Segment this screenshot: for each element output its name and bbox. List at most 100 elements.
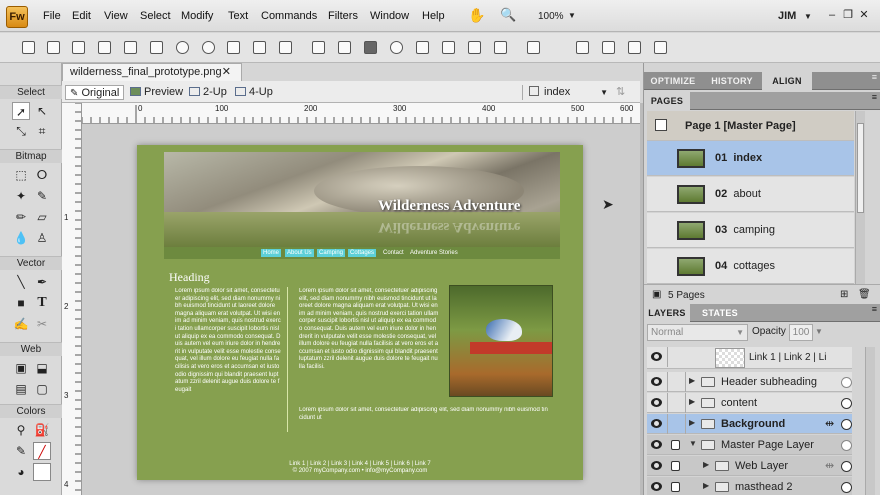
brush-tool-icon[interactable]: ✎ <box>33 187 51 205</box>
eye-icon[interactable] <box>651 398 662 407</box>
menu-window[interactable]: Window <box>370 10 409 22</box>
hand-icon[interactable]: ✋ <box>468 7 485 24</box>
send-back-icon[interactable] <box>494 41 507 54</box>
view-4up-button[interactable]: 4-Up <box>235 85 273 100</box>
rectangle-tool-icon[interactable]: ■ <box>12 294 30 312</box>
copy-icon[interactable] <box>253 41 266 54</box>
pages-scrollbar[interactable] <box>855 111 865 284</box>
menu-edit[interactable]: Edit <box>72 10 91 22</box>
flip-horizontal-icon[interactable] <box>628 41 641 54</box>
nav-camping[interactable]: Camping <box>317 249 346 257</box>
layer-row-background[interactable]: ▶ Background ⇹ <box>647 414 852 434</box>
expand-arrow-icon[interactable]: ▶ <box>703 460 709 469</box>
nav-contact[interactable]: Contact <box>381 249 406 257</box>
scale-tool-icon[interactable]: ⤡ <box>12 122 30 140</box>
hide-slices-icon[interactable]: ▤ <box>12 380 30 398</box>
rotate-right-icon[interactable] <box>602 41 615 54</box>
menu-file[interactable]: File <box>43 10 61 22</box>
lock-icon[interactable] <box>671 482 680 492</box>
tab-pages[interactable]: PAGES <box>644 92 690 110</box>
panel-menu-icon[interactable]: ≡ <box>872 304 877 314</box>
restore-icon[interactable]: ❐ <box>840 8 856 21</box>
line-tool-icon[interactable]: ╲ <box>12 273 30 291</box>
prototype-page[interactable]: Wilderness Adventure Wilderness Adventur… <box>137 145 583 480</box>
delete-page-icon[interactable]: 🗑 <box>858 289 871 300</box>
open-icon[interactable] <box>72 41 85 54</box>
menu-modify[interactable]: Modify <box>181 10 213 22</box>
magic-wand-icon[interactable]: ✦ <box>12 187 30 205</box>
expand-arrow-icon[interactable]: ▶ <box>689 418 695 427</box>
show-slices-icon[interactable]: ▢ <box>33 380 51 398</box>
pencil-tool-icon[interactable]: ✏ <box>12 208 30 226</box>
page-row-camping[interactable]: 03 camping <box>647 213 854 248</box>
eye-icon[interactable] <box>651 377 662 386</box>
nav-about[interactable]: About Us <box>285 249 314 257</box>
nav-stories[interactable]: Adventure Stories <box>408 249 460 257</box>
view-2up-button[interactable]: 2-Up <box>189 85 227 100</box>
print-icon[interactable] <box>150 41 163 54</box>
eye-icon[interactable] <box>651 482 662 491</box>
ungroup-icon[interactable] <box>338 41 351 54</box>
bring-front-icon[interactable] <box>416 41 429 54</box>
close-icon[interactable]: ✕ <box>222 64 231 81</box>
expand-arrow-icon[interactable]: ▶ <box>703 481 709 490</box>
new-file-icon[interactable] <box>22 41 35 54</box>
eye-icon[interactable] <box>651 440 662 449</box>
master-page-row[interactable]: Page 1 [Master Page] <box>647 111 854 141</box>
view-original-button[interactable]: ✎ Original <box>65 85 125 100</box>
chevron-down-icon[interactable]: ▼ <box>815 327 823 336</box>
page-nav-icon[interactable]: ⇅ <box>616 85 625 100</box>
subselect-tool-icon[interactable]: ↖ <box>33 102 51 120</box>
stroke-swatch[interactable]: ╱ <box>33 442 51 460</box>
new-page-icon[interactable]: ⊞ <box>840 289 848 300</box>
layers-scrollbar[interactable] <box>865 347 875 495</box>
export-icon[interactable] <box>124 41 137 54</box>
undo-icon[interactable] <box>176 41 189 54</box>
hotspot-tool-icon[interactable]: ▣ <box>12 359 30 377</box>
align-icon[interactable] <box>527 41 540 54</box>
menu-help[interactable]: Help <box>422 10 445 22</box>
menu-select[interactable]: Select <box>140 10 171 22</box>
minimize-icon[interactable]: – <box>824 9 840 21</box>
freeform-tool-icon[interactable]: ✍ <box>12 315 30 333</box>
flip-vertical-icon[interactable] <box>654 41 667 54</box>
target-circle-icon[interactable] <box>841 398 852 409</box>
target-circle-icon[interactable] <box>841 461 852 472</box>
lasso-tool-icon[interactable]: ⵔ <box>33 166 51 184</box>
group-icon[interactable] <box>312 41 325 54</box>
knife-tool-icon[interactable]: ✂ <box>33 315 51 333</box>
split-icon[interactable] <box>390 41 403 54</box>
import-icon[interactable] <box>98 41 111 54</box>
page-row-index[interactable]: 01 index <box>647 141 854 176</box>
user-name[interactable]: JIM <box>778 10 796 22</box>
eye-icon[interactable] <box>651 419 662 428</box>
text-tool-icon[interactable]: T <box>33 294 51 312</box>
eye-icon[interactable] <box>651 461 662 470</box>
panel-menu-icon[interactable]: ≡ <box>872 72 877 82</box>
nav-home[interactable]: Home <box>261 249 282 257</box>
menu-view[interactable]: View <box>104 10 128 22</box>
chevron-down-icon[interactable]: ▼ <box>568 11 576 20</box>
fill-color-icon[interactable]: ◕ <box>12 463 30 481</box>
tab-align[interactable]: ALIGN <box>762 72 812 90</box>
expand-arrow-icon[interactable]: ▶ <box>689 376 695 385</box>
tab-states[interactable]: STATES <box>690 304 750 322</box>
close-icon[interactable]: ✕ <box>856 8 872 21</box>
paint-bucket-icon[interactable]: ⛽ <box>33 421 51 439</box>
tab-layers[interactable]: LAYERS <box>644 304 690 322</box>
horizontal-ruler[interactable]: 0 100 200 300 400 500 600 <box>82 103 640 124</box>
crop-tool-icon[interactable]: ⌗ <box>33 122 51 140</box>
layer-row-content[interactable]: ▶ content <box>647 393 852 413</box>
marquee-tool-icon[interactable]: ⬚ <box>12 166 30 184</box>
tab-history[interactable]: HISTORY <box>702 72 762 90</box>
rubber-stamp-icon[interactable]: ♙ <box>33 229 51 247</box>
layer-row-masthead[interactable]: ▶ masthead 2 <box>647 477 852 495</box>
blur-tool-icon[interactable]: 💧 <box>12 229 30 247</box>
save-icon[interactable] <box>47 41 60 54</box>
footer-links[interactable]: Link 1 | Link 2 | Link 3 | Link 4 | Link… <box>137 461 583 468</box>
page-row-cottages[interactable]: 04 cottages <box>647 249 854 284</box>
share-layer-icon[interactable]: ⇹ <box>825 459 834 472</box>
panel-menu-icon[interactable]: ≡ <box>872 92 877 102</box>
paste-icon[interactable] <box>279 41 292 54</box>
blend-mode-select[interactable]: Normal ▼ <box>647 324 748 341</box>
